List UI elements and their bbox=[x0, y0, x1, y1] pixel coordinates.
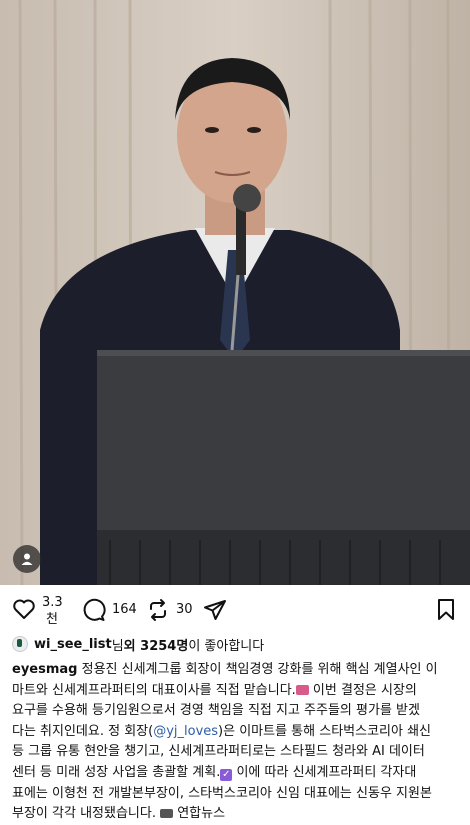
caption-line-5: 등 그룹 유통 현안을 챙기고, 신세계프라퍼티로는 스타필드 청라와 AI 데… bbox=[12, 744, 425, 760]
caption-line-4a: 다는 취지인데요. 정 회장( bbox=[12, 723, 154, 739]
caption-line-2a: 마트와 신세계프라퍼티의 대표이사를 직접 맡습니다. bbox=[12, 682, 296, 698]
comment-button[interactable] bbox=[82, 598, 106, 622]
like-count-unit: 천 bbox=[46, 612, 58, 627]
likes-others-count[interactable]: 외 3254명 bbox=[124, 635, 189, 654]
bookmark-icon bbox=[438, 599, 454, 620]
comment-count: 164 bbox=[112, 602, 137, 617]
repost-count: 30 bbox=[176, 602, 193, 617]
user-tag-button[interactable] bbox=[13, 545, 41, 573]
caption-line-6b: 이에 따라 신세계프라퍼티 각자대 bbox=[232, 764, 417, 780]
likes-summary[interactable]: wi_see_list 님 외 3254명 이 좋아합니다 bbox=[12, 634, 264, 654]
like-count[interactable]: 3.3 천 bbox=[42, 594, 63, 628]
megaphone-emoji-icon bbox=[295, 684, 309, 695]
caption-line-6a: 센터 등 미래 성장 사업을 총괄할 계획. bbox=[12, 764, 221, 780]
like-button[interactable] bbox=[12, 598, 36, 620]
caption-line-4b: )은 이마트를 통해 스타벅스코리아 쇄신 bbox=[218, 723, 432, 739]
save-button[interactable] bbox=[436, 598, 456, 622]
send-icon bbox=[204, 600, 226, 620]
caption-line-3: 요구를 수용해 등기임원으로서 경영 책임을 직접 지고 주주들의 평가를 받겠 bbox=[12, 703, 420, 719]
liker-avatar[interactable] bbox=[12, 636, 28, 652]
repost-icon bbox=[150, 599, 166, 621]
likes-suffix-2: 이 좋아합니다 bbox=[188, 638, 265, 654]
share-button[interactable] bbox=[203, 598, 227, 622]
user-tag-icon bbox=[21, 553, 33, 565]
caption-line-8a: 부장이 각각 내정됐습니다. bbox=[12, 806, 161, 822]
caption-line-2b: 이번 결정은 시장의 bbox=[308, 682, 417, 698]
checkmark-emoji-icon: ✓ bbox=[220, 768, 233, 781]
heart-icon bbox=[13, 599, 35, 619]
caption-line-8b: 연합뉴스 bbox=[173, 806, 226, 822]
caption-mention[interactable]: @yj_loves bbox=[153, 724, 218, 739]
post-caption: eyesmag 정용진 신세계그룹 회장이 책임경영 강화를 위해 핵심 계열사… bbox=[12, 660, 460, 825]
camera-emoji-icon bbox=[160, 809, 174, 819]
post-image[interactable] bbox=[0, 0, 470, 585]
like-count-number: 3.3 bbox=[42, 595, 63, 610]
comment-icon bbox=[83, 598, 106, 621]
caption-author[interactable]: eyesmag bbox=[12, 662, 77, 677]
liker-username[interactable]: wi_see_list bbox=[34, 637, 112, 652]
repost-button[interactable] bbox=[146, 598, 170, 622]
caption-line-1: 정용진 신세계그룹 회장이 책임경영 강화를 위해 핵심 계열사인 이 bbox=[77, 662, 438, 677]
post-photo-illustration bbox=[0, 0, 470, 585]
likes-suffix-1: 님 bbox=[111, 638, 124, 654]
caption-line-7: 표에는 이형천 전 개발본부장이, 스타벅스코리아 신임 대표에는 신동우 지원… bbox=[12, 785, 432, 801]
